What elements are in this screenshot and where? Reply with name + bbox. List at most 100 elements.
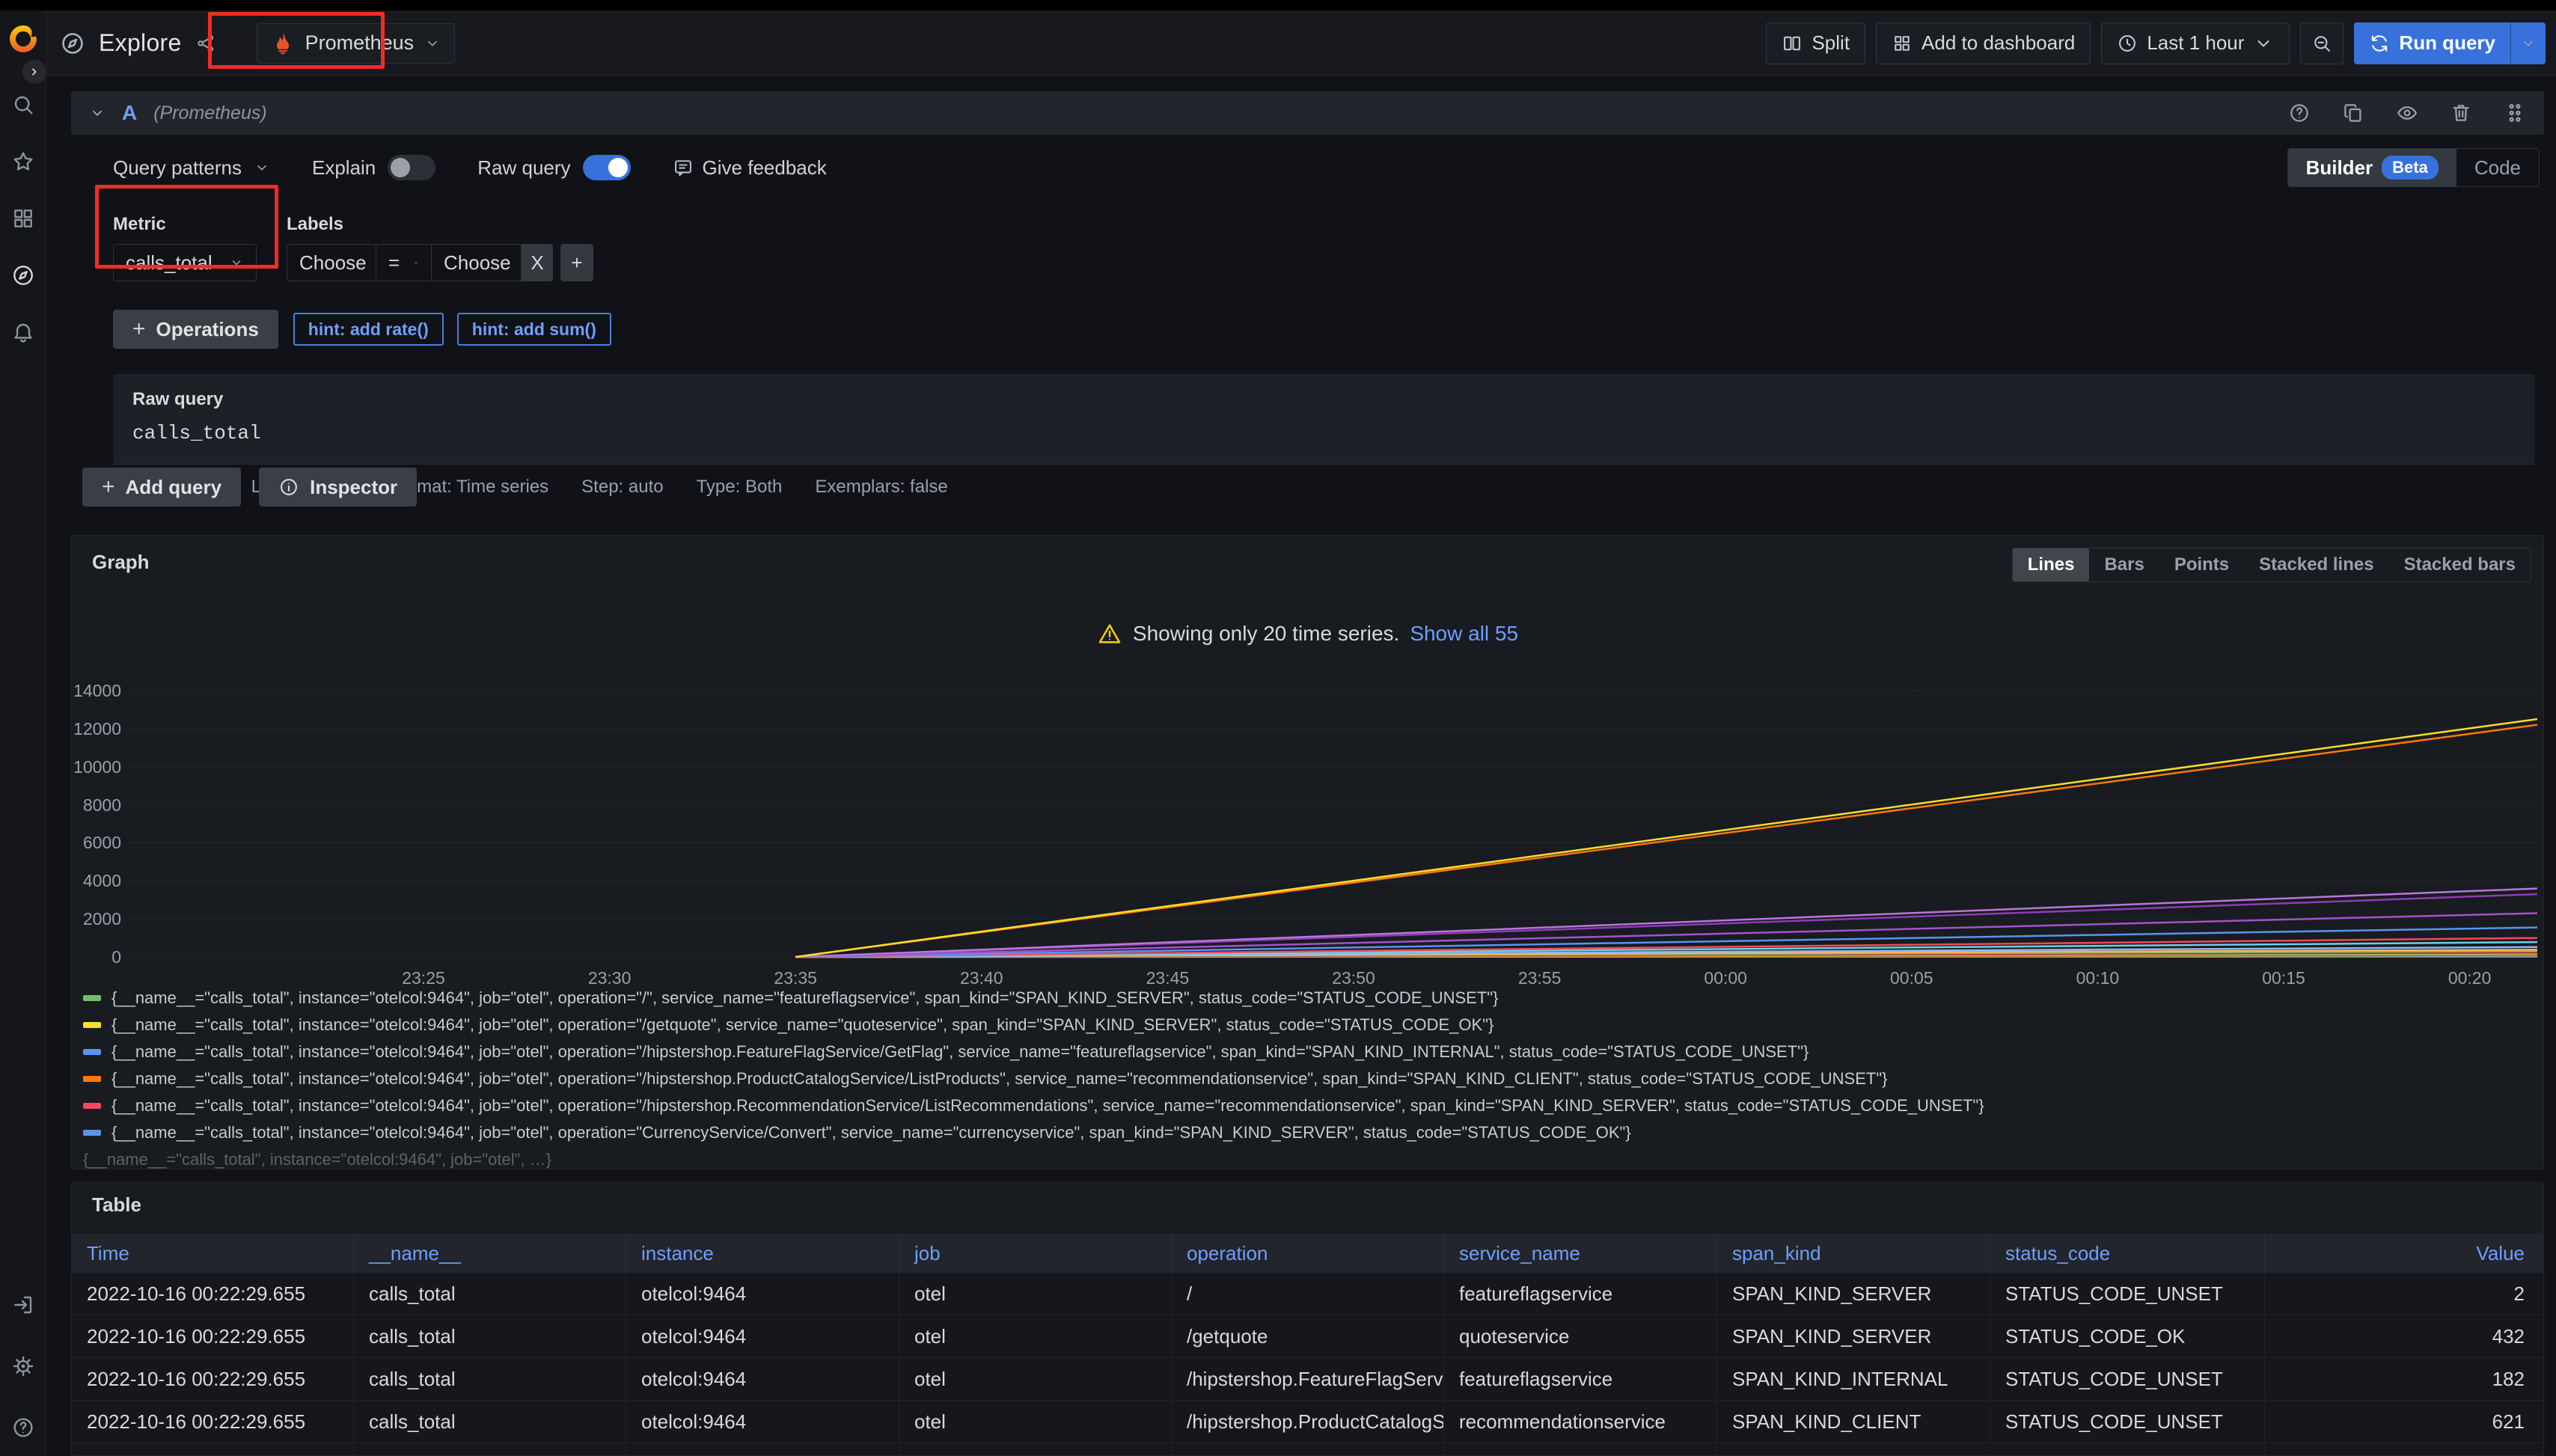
time-series-chart[interactable] bbox=[128, 678, 2537, 966]
table-row[interactable]: 2022-10-16 00:22:29.655calls_totalotelco… bbox=[72, 1273, 2544, 1315]
split-label: Split bbox=[1811, 31, 1850, 55]
chevron-down-icon bbox=[2520, 35, 2537, 52]
run-query-button[interactable]: Run query bbox=[2354, 22, 2546, 64]
query-options-row[interactable]: Options Legend: AutoFormat: Time seriesS… bbox=[113, 464, 2535, 509]
column-header-name[interactable]: __name__ bbox=[354, 1234, 626, 1273]
operations-label: Operations bbox=[156, 318, 259, 341]
legend-item[interactable]: {__name__="calls_total", instance="otelc… bbox=[83, 1039, 2530, 1065]
table-cell: STATUS_CODE_UNSET bbox=[1990, 1358, 2265, 1400]
code-mode-tab[interactable]: Code bbox=[2456, 149, 2539, 186]
table-row[interactable]: 2022-10-16 00:22:29.655calls_totalotelco… bbox=[72, 1401, 2544, 1443]
table-cell: 432 bbox=[2265, 1315, 2544, 1357]
table-cell: STATUS_CODE_UNSET bbox=[1990, 1401, 2265, 1443]
duplicate-query-icon[interactable] bbox=[2342, 102, 2364, 124]
table-row[interactable]: 2022-10-16 00:22:29.655calls_totalotelco… bbox=[72, 1315, 2544, 1358]
search-icon[interactable] bbox=[11, 93, 35, 117]
alerting-bell-icon[interactable] bbox=[11, 320, 35, 344]
legend-item[interactable]: {__name__="calls_total", instance="otelc… bbox=[83, 1065, 2530, 1092]
table-row[interactable]: 2022-10-16 00:22:29.655calls_totalotelco… bbox=[72, 1443, 2544, 1456]
top-strip bbox=[0, 0, 2556, 10]
series-color-swatch[interactable] bbox=[83, 1049, 101, 1055]
label-key-select[interactable]: Choose bbox=[287, 244, 376, 281]
hide-response-eye-icon[interactable] bbox=[2396, 102, 2418, 124]
table-cell: STATUS_CODE_OK bbox=[1990, 1315, 2265, 1357]
labels-field: Labels Choose = Cho bbox=[287, 187, 593, 281]
remove-label-filter-button[interactable]: X bbox=[522, 244, 553, 281]
top-navigation: Explore Prometheus Split Add to dashboar… bbox=[46, 10, 2556, 76]
sidebar-expand-button[interactable] bbox=[22, 60, 46, 84]
graph-mode-lines[interactable]: Lines bbox=[2013, 548, 2090, 581]
give-feedback-link[interactable]: Give feedback bbox=[673, 156, 827, 180]
column-header-service-name[interactable]: service_name bbox=[1444, 1234, 1717, 1273]
split-button[interactable]: Split bbox=[1766, 22, 1865, 64]
starred-icon[interactable] bbox=[11, 150, 35, 174]
series-color-swatch[interactable] bbox=[83, 1022, 101, 1028]
dashboards-icon[interactable] bbox=[11, 207, 35, 230]
datasource-name: Prometheus bbox=[305, 31, 415, 55]
run-query-dropdown[interactable] bbox=[2510, 22, 2546, 64]
query-option: Type: Both bbox=[697, 477, 783, 498]
query-help-icon[interactable] bbox=[2288, 102, 2311, 124]
help-icon[interactable] bbox=[11, 1416, 35, 1440]
time-range-picker[interactable]: Last 1 hour bbox=[2101, 22, 2290, 64]
drag-handle-icon[interactable] bbox=[2504, 102, 2526, 124]
legend-item[interactable]: {__name__="calls_total", instance="otelc… bbox=[83, 1092, 2530, 1119]
metric-select[interactable]: calls_total bbox=[113, 244, 257, 281]
legend-item[interactable]: {__name__="calls_total", instance="otelc… bbox=[83, 985, 2530, 1012]
graph-mode-stacked-bars[interactable]: Stacked bars bbox=[2389, 548, 2531, 581]
add-query-button[interactable]: + Add query bbox=[82, 468, 241, 507]
add-to-dashboard-button[interactable]: Add to dashboard bbox=[1876, 22, 2091, 64]
series-color-swatch[interactable] bbox=[83, 1076, 101, 1082]
query-builder-body: Metric calls_total Labels Choose bbox=[71, 187, 2544, 509]
builder-mode-tab[interactable]: Builder Beta bbox=[2288, 149, 2456, 186]
table-panel-title: Table bbox=[92, 1193, 141, 1217]
raw-query-toggle-label: Raw query bbox=[477, 156, 570, 180]
column-header-span-kind[interactable]: span_kind bbox=[1717, 1234, 1990, 1273]
explore-icon[interactable] bbox=[11, 263, 35, 287]
datasource-picker[interactable]: Prometheus bbox=[257, 23, 456, 64]
column-header-operation[interactable]: operation bbox=[1172, 1234, 1444, 1273]
query-row-header[interactable]: A (Prometheus) bbox=[71, 91, 2544, 135]
hint-button[interactable]: hint: add sum() bbox=[457, 313, 611, 346]
column-header-status-code[interactable]: status_code bbox=[1990, 1234, 2265, 1273]
series-color-swatch[interactable] bbox=[83, 995, 101, 1001]
explain-toggle[interactable] bbox=[388, 155, 435, 180]
graph-mode-points[interactable]: Points bbox=[2159, 548, 2244, 581]
series-color-swatch[interactable] bbox=[83, 1130, 101, 1136]
query-patterns-dropdown[interactable]: Query patterns bbox=[113, 156, 270, 180]
series-line bbox=[795, 719, 2537, 957]
remove-query-trash-icon[interactable] bbox=[2450, 102, 2472, 124]
raw-query-toggle[interactable] bbox=[583, 155, 631, 180]
graph-mode-bars[interactable]: Bars bbox=[2089, 548, 2159, 581]
label-operator-value: = bbox=[388, 251, 400, 275]
settings-gear-icon[interactable] bbox=[11, 1354, 35, 1378]
legend-item[interactable]: {__name__="calls_total", instance="otelc… bbox=[83, 1119, 2530, 1146]
show-all-series-link[interactable]: Show all 55 bbox=[1410, 622, 1518, 646]
inspector-button[interactable]: Inspector bbox=[259, 468, 417, 507]
column-header-Time[interactable]: Time bbox=[72, 1234, 354, 1273]
graph-mode-stacked-lines[interactable]: Stacked lines bbox=[2244, 548, 2388, 581]
grafana-logo-icon[interactable] bbox=[7, 22, 40, 55]
legend-item[interactable]: {__name__="calls_total", instance="otelc… bbox=[83, 1012, 2530, 1039]
share-icon[interactable] bbox=[195, 33, 216, 54]
query-toolbar: Query patterns Explain Raw query Give fe… bbox=[71, 148, 2544, 187]
table-cell: otel bbox=[899, 1443, 1172, 1456]
collapse-chevron-icon[interactable] bbox=[89, 105, 106, 121]
add-label-filter-button[interactable]: + bbox=[560, 244, 593, 281]
zoom-out-time-button[interactable] bbox=[2300, 22, 2343, 64]
y-axis-label: 12000 bbox=[72, 718, 121, 739]
table-cell: STATUS_CODE_UNSET bbox=[1990, 1273, 2265, 1315]
label-operator-select[interactable]: = bbox=[376, 244, 432, 281]
label-value-select[interactable]: Choose bbox=[432, 244, 522, 281]
table-cell: calls_total bbox=[354, 1401, 626, 1443]
add-operation-button[interactable]: + Operations bbox=[113, 310, 278, 349]
refresh-icon bbox=[2369, 33, 2390, 54]
column-header-Value[interactable]: Value bbox=[2265, 1234, 2544, 1273]
column-header-job[interactable]: job bbox=[899, 1234, 1172, 1273]
table-row[interactable]: 2022-10-16 00:22:29.655calls_totalotelco… bbox=[72, 1358, 2544, 1401]
table-cell: 621 bbox=[2265, 1401, 2544, 1443]
sign-in-icon[interactable] bbox=[11, 1293, 35, 1317]
series-color-swatch[interactable] bbox=[83, 1103, 101, 1109]
column-header-instance[interactable]: instance bbox=[626, 1234, 899, 1273]
hint-button[interactable]: hint: add rate() bbox=[293, 313, 444, 346]
